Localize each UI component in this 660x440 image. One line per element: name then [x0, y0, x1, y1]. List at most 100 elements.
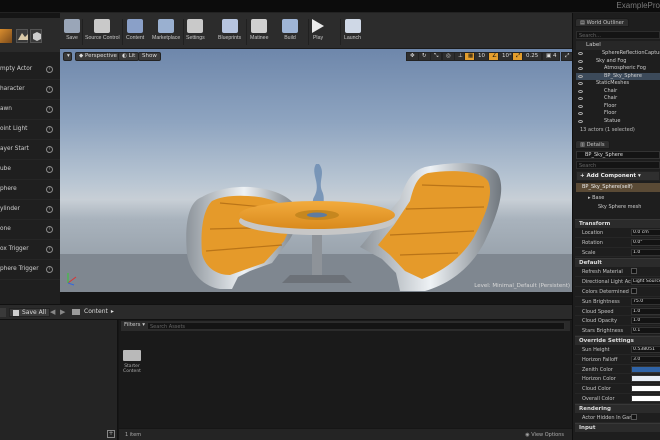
place-actor-item[interactable]: phere? — [0, 180, 60, 200]
outliner-row[interactable]: Atmospheric Fog — [576, 65, 660, 73]
outliner-row[interactable]: Statue — [576, 118, 660, 126]
eye-icon[interactable] — [578, 104, 583, 108]
outliner-row[interactable]: Floor — [576, 103, 660, 111]
help-icon[interactable]: ? — [46, 226, 53, 233]
eye-icon[interactable] — [578, 82, 583, 85]
folder-tile[interactable]: Starter Content — [121, 350, 143, 374]
outliner-row[interactable]: SphereReflectionCapture — [576, 50, 660, 58]
scale-snap-value[interactable]: 0.25 — [522, 52, 543, 61]
mesh-component-row[interactable]: Sky Sphere mesh — [598, 204, 641, 210]
property-value-field[interactable]: 0.1 — [631, 327, 660, 335]
eye-icon[interactable] — [578, 74, 583, 78]
place-actor-item[interactable]: ube? — [0, 160, 60, 180]
place-actor-item[interactable]: one? — [0, 220, 60, 240]
eye-icon[interactable] — [578, 119, 583, 123]
help-icon[interactable]: ? — [46, 266, 53, 273]
help-icon[interactable]: ? — [46, 186, 53, 193]
property-value-field[interactable]: Light Source — [631, 278, 660, 286]
section-rendering[interactable]: Rendering — [575, 403, 660, 413]
place-actor-item[interactable]: phere Trigger? — [0, 260, 60, 280]
property-value-field[interactable]: 0.538051 — [631, 346, 660, 353]
property-value-field[interactable]: 1.0 — [631, 307, 660, 315]
outliner-row[interactable]: Sky and Fog — [576, 58, 660, 66]
eye-icon[interactable] — [578, 67, 583, 70]
property-color-swatch[interactable] — [631, 385, 660, 393]
property-color-swatch[interactable] — [631, 375, 660, 383]
place-actor-item[interactable]: ylinder? — [0, 200, 60, 220]
help-icon[interactable]: ? — [46, 146, 53, 153]
scale-tool-button[interactable]: ⤡ — [430, 52, 443, 61]
history-back-button[interactable]: ◀ — [50, 308, 55, 316]
camera-speed-button[interactable]: ▣ 4 — [542, 52, 561, 61]
component-self-row[interactable]: BP_Sky_Sphere(self) — [576, 183, 660, 192]
save-all-button[interactable]: Save All — [9, 308, 51, 317]
property-value-field[interactable]: 0.0 cm — [631, 229, 660, 236]
property-value-field[interactable]: 75.0 — [631, 297, 660, 305]
toolbar-settings-button[interactable]: Settings — [186, 19, 205, 41]
property-value-field[interactable]: 0.0° — [631, 238, 660, 246]
toolbar-blueprints-button[interactable]: Blueprints — [218, 19, 241, 41]
outliner-column-header[interactable]: Label — [576, 41, 660, 50]
add-component-button[interactable]: + Add Component ▾ — [576, 171, 660, 181]
outliner-row[interactable]: Chair — [576, 95, 660, 103]
section-input[interactable]: Input — [575, 422, 660, 432]
tab-details[interactable]: ▥ Details — [575, 140, 610, 149]
eye-icon[interactable] — [578, 112, 583, 115]
help-icon[interactable]: ? — [46, 126, 53, 133]
world-local-toggle[interactable]: ◎ — [442, 52, 455, 61]
perspective-button[interactable]: ◆ Perspective — [75, 52, 121, 61]
toolbar-play-button[interactable]: Play — [312, 19, 324, 41]
toolbar-launch-button[interactable]: Launch — [344, 19, 361, 41]
view-options-button[interactable]: ◉ View Options — [525, 432, 564, 438]
toolbar-content-button[interactable]: Content — [126, 19, 144, 41]
place-actor-item[interactable]: haracter? — [0, 80, 60, 100]
outliner-row[interactable]: StaticMeshes — [576, 80, 660, 88]
maximize-viewport-button[interactable]: ⤢ — [561, 52, 572, 61]
property-value-field[interactable]: 3.0 — [631, 355, 660, 363]
outliner-row[interactable]: BP_Sky_Sphere — [576, 72, 660, 80]
eye-icon[interactable] — [578, 97, 583, 100]
translate-tool-button[interactable]: ✥ — [406, 52, 419, 61]
view-mode-button[interactable]: ◐ Lit — [118, 52, 140, 61]
history-forward-button[interactable]: ▶ — [60, 308, 65, 316]
asset-search-input[interactable]: Search Assets — [147, 322, 565, 330]
help-icon[interactable]: ? — [46, 86, 53, 93]
rotate-tool-button[interactable]: ↻ — [418, 52, 431, 61]
toolbar-build-button[interactable]: Build — [282, 19, 298, 41]
add-source-button[interactable]: + — [107, 430, 115, 438]
help-icon[interactable]: ? — [46, 106, 53, 113]
paint-mode-icon[interactable] — [0, 29, 12, 43]
landscape-mode-icon[interactable] — [16, 29, 28, 43]
base-component-row[interactable]: ▸ Base — [588, 195, 604, 201]
outliner-row[interactable]: Chair — [576, 88, 660, 96]
place-actor-item[interactable]: awn? — [0, 100, 60, 120]
help-icon[interactable]: ? — [46, 206, 53, 213]
section-override[interactable]: Override Settings — [575, 336, 660, 345]
place-actor-item[interactable]: oint Light? — [0, 120, 60, 140]
place-actor-item[interactable]: mpty Actor? — [0, 60, 60, 80]
section-default[interactable]: Default — [575, 258, 660, 268]
property-checkbox[interactable] — [631, 413, 637, 420]
outliner-search-input[interactable]: Search... — [576, 31, 660, 39]
toolbar-save-button[interactable]: Save — [64, 19, 80, 41]
help-icon[interactable]: ? — [46, 66, 53, 73]
property-color-swatch[interactable] — [631, 365, 660, 373]
grid-snap-value[interactable]: 10 — [474, 52, 489, 61]
property-value-field[interactable]: 1.0 — [631, 317, 660, 325]
level-viewport[interactable]: ▾ ◆ Perspective ◐ Lit Show ✥ ↻ ⤡ ◎ ⊥ ▦ 1… — [60, 49, 572, 292]
path-breadcrumb[interactable]: Content ▸ — [72, 308, 114, 315]
property-checkbox[interactable] — [631, 268, 637, 275]
eye-icon[interactable] — [578, 59, 583, 63]
help-icon[interactable]: ? — [46, 166, 53, 173]
add-new-button[interactable] — [0, 308, 6, 317]
details-search-input[interactable]: Search — [576, 161, 660, 169]
toolbar-marketplace-button[interactable]: Marketplace — [152, 19, 180, 41]
place-actor-item[interactable]: ayer Start? — [0, 140, 60, 160]
toolbar-matinee-button[interactable]: Matinee — [250, 19, 268, 41]
show-button[interactable]: Show — [138, 52, 161, 61]
outliner-row[interactable]: Floor — [576, 110, 660, 118]
help-icon[interactable]: ? — [46, 246, 53, 253]
actor-name-field[interactable]: BP_Sky_Sphere — [576, 151, 660, 159]
tab-world-outliner[interactable]: ▤ World Outliner — [575, 18, 629, 27]
filters-button[interactable]: Filters ▾ — [124, 322, 145, 328]
